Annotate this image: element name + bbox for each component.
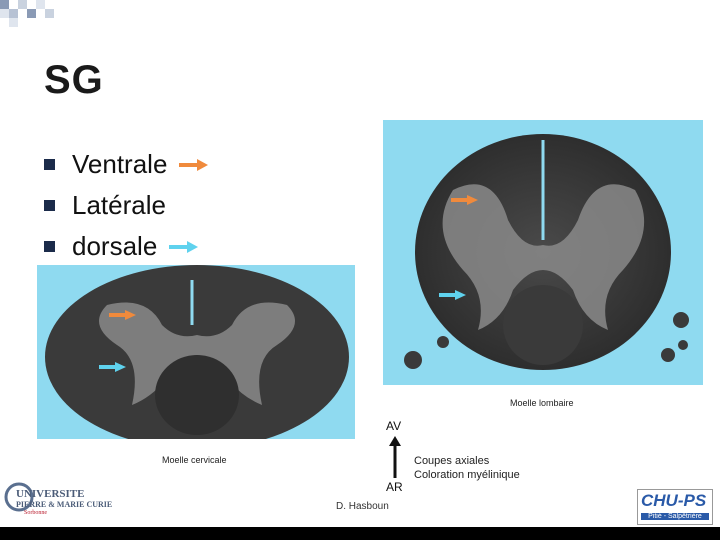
slide-title: SG xyxy=(44,58,104,102)
square-bullet-icon xyxy=(44,200,55,211)
left-logo-line2: PIERRE & MARIE CURIE xyxy=(16,500,113,509)
bullet-label: Ventrale xyxy=(72,149,168,179)
bullet-item-ventrale: Ventrale xyxy=(44,144,209,185)
author-credit: D. Hasboun xyxy=(336,501,389,512)
orientation-top-label: AV xyxy=(386,419,402,433)
left-logo-tagline: Sorbonne xyxy=(24,510,47,516)
lumbar-spinal-cord-image xyxy=(383,120,703,385)
legend-line-1: Coupes axiales xyxy=(414,455,490,467)
lumbar-caption: Moelle lombaire xyxy=(510,398,574,408)
decorative-checker-pattern xyxy=(0,0,64,27)
cervical-spinal-cord-image xyxy=(37,265,355,439)
square-bullet-icon xyxy=(44,241,55,252)
hospital-logo: CHU-PS Pitié - Salpêtrière xyxy=(637,489,713,525)
orientation-bottom-label: AR xyxy=(386,480,403,494)
cyan-arrow-icon xyxy=(169,240,199,253)
right-logo-text: CHU-PS xyxy=(641,491,707,510)
bullet-list: Ventrale Latérale dorsale xyxy=(44,144,209,267)
orientation-arrow-icon xyxy=(389,436,401,478)
cervical-caption: Moelle cervicale xyxy=(162,455,227,465)
orange-arrow-icon xyxy=(179,158,209,171)
bullet-item-dorsale: dorsale xyxy=(44,226,209,267)
left-logo-line1: UNIVERSITE xyxy=(16,488,85,500)
legend-line-2: Coloration myélinique xyxy=(414,469,520,481)
bullet-item-laterale: Latérale xyxy=(44,185,209,226)
university-logo: UNIVERSITE PIERRE & MARIE CURIE Sorbonne xyxy=(4,480,116,522)
right-logo-sub: Pitié - Salpêtrière xyxy=(641,513,709,520)
bullet-label: dorsale xyxy=(72,231,158,261)
square-bullet-icon xyxy=(44,159,55,170)
bullet-label: Latérale xyxy=(72,190,166,220)
footer-bar xyxy=(0,527,720,540)
